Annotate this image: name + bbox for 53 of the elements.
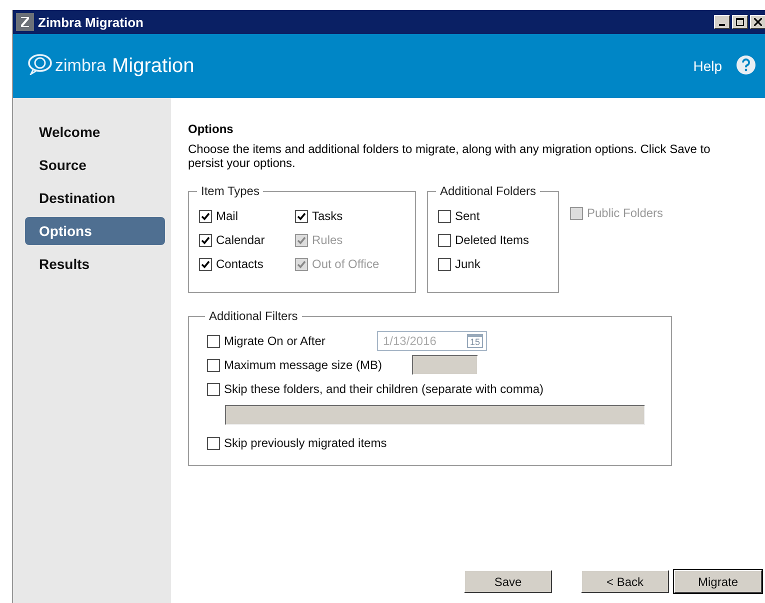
checkbox-label: Public Folders [587, 206, 664, 220]
date-value: 1/13/2016 [383, 334, 436, 348]
checkbox[interactable] [199, 210, 212, 222]
group-title: Item Types [200, 184, 260, 198]
checkbox[interactable] [438, 258, 451, 270]
checkbox[interactable] [438, 234, 451, 246]
nav-item[interactable]: Options [25, 217, 165, 245]
app-title: Migration [112, 54, 196, 78]
minimize-icon [719, 24, 725, 26]
checkbox-label: Skip previously migrated items [224, 436, 387, 450]
checkbox-label: Rules [312, 233, 343, 247]
checkbox-label: Junk [455, 257, 480, 271]
nav-item[interactable]: Source [25, 151, 165, 179]
checkbox-label: Out of Office [312, 257, 380, 271]
group-title: Additional Folders [439, 184, 538, 198]
input-field[interactable] [225, 405, 645, 425]
app-icon [16, 13, 34, 31]
checkbox-label: Deleted Items [455, 233, 530, 247]
nav-item[interactable]: Welcome [25, 118, 165, 146]
window-title: Zimbra Migration [38, 14, 144, 30]
brand-name: zimbra [55, 56, 106, 76]
checkbox[interactable] [207, 358, 220, 372]
checkbox-label: Calendar [216, 233, 265, 247]
description-text: Choose the items and additional folders to migrate, along with any migration options. Click Save to persist your options. [188, 142, 712, 170]
checkbox-label: Skip these folders, and their children (separate with comma) [224, 382, 544, 396]
help-icon [736, 54, 756, 78]
checkbox-label: Contacts [216, 257, 264, 271]
action-button[interactable]: Migrate [674, 570, 762, 593]
checkbox[interactable] [295, 210, 308, 222]
checkbox-label: Mail [216, 209, 238, 223]
checkbox[interactable] [207, 382, 220, 396]
minimize-button[interactable] [714, 15, 730, 29]
number-field[interactable] [412, 355, 478, 375]
group-title: Additional Filters [208, 309, 299, 323]
nav-item[interactable]: Destination [25, 184, 165, 212]
close-button[interactable] [750, 15, 765, 29]
action-button[interactable]: < Back [581, 570, 669, 593]
checkbox[interactable] [199, 234, 212, 246]
close-icon [754, 18, 762, 26]
nav-item[interactable]: Results [25, 250, 165, 278]
maximize-button[interactable] [732, 15, 748, 29]
checkbox-label: Sent [455, 209, 480, 223]
maximize-icon [736, 18, 744, 26]
checkbox-label: Maximum message size (MB) [224, 358, 382, 372]
help-link[interactable]: Help [693, 58, 722, 74]
checkbox-label: Migrate On or After [224, 334, 326, 348]
checkbox[interactable] [207, 436, 220, 450]
checkbox-label: Tasks [312, 209, 343, 223]
checkbox[interactable] [199, 258, 212, 270]
checkbox[interactable] [207, 334, 220, 348]
action-button[interactable]: Save [464, 570, 552, 593]
checkbox[interactable] [438, 210, 451, 222]
section-title: Options [188, 122, 234, 136]
